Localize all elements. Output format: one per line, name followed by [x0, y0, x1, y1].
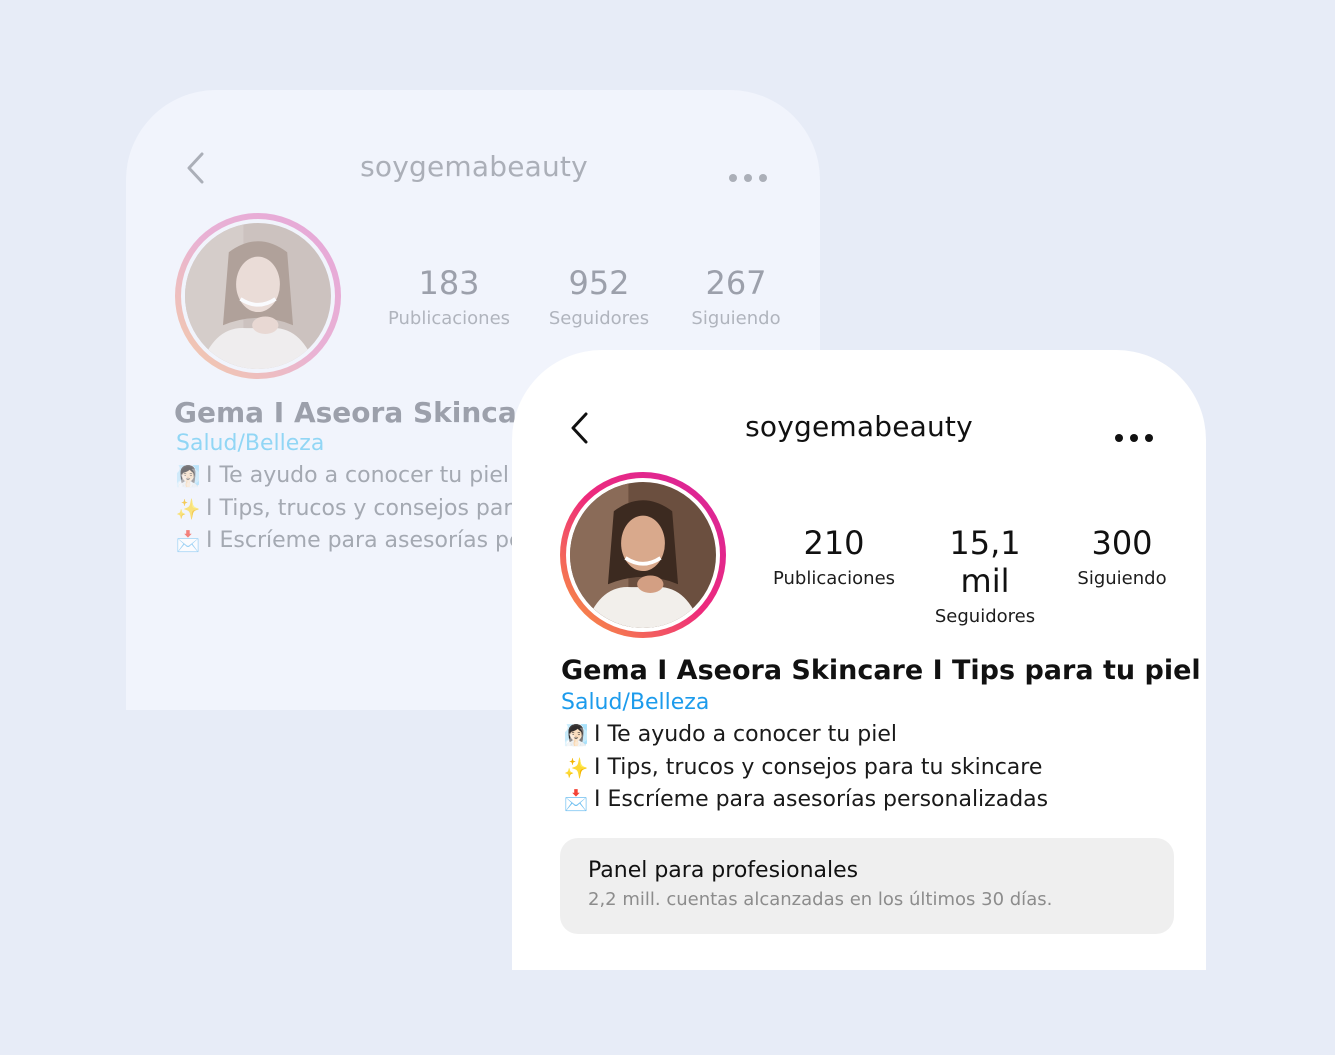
stat-value: 952 [568, 264, 630, 302]
avatar[interactable] [175, 213, 341, 379]
bio-text: I Escríeme para asesorías per [206, 528, 532, 553]
stat-value: 300 [1091, 524, 1153, 562]
back-chevron-left-icon[interactable] [184, 150, 206, 186]
bio-line: 📩 I Escríeme para asesorías per [172, 525, 532, 558]
stat-value: 267 [705, 264, 767, 302]
bio-text: I Tips, trucos y consejos para [206, 495, 526, 521]
stat-seguidores[interactable]: 952 Seguidores [544, 264, 654, 329]
stat-label: Seguidores [548, 308, 650, 329]
avatar[interactable] [560, 472, 726, 638]
profile-bio: 🧖🏻‍♀️ I Te ayudo a conocer tu piel ✨ I Tip… [172, 460, 532, 558]
stat-siguiendo[interactable]: 267 Siguiendo [688, 264, 784, 329]
stat-value: 15,1 mil [949, 524, 1021, 600]
stat-publicaciones[interactable]: 210 Publicaciones [770, 524, 898, 589]
bio-text: I Te ayudo a conocer tu piel [206, 463, 509, 488]
professional-dashboard-panel[interactable]: Panel para profesionales 2,2 mill. cuent… [560, 838, 1174, 934]
more-horizontal-icon[interactable] [728, 168, 768, 182]
bio-line: ✨ I Tips, trucos y consejos para tu skinc… [560, 752, 1048, 785]
face-spa-icon: 🧖🏻‍♀️ [563, 723, 589, 747]
stat-label: Publicaciones [387, 308, 511, 329]
bio-line: 🧖🏻‍♀️ I Te ayudo a conocer tu piel [560, 719, 1048, 752]
stat-publicaciones[interactable]: 183 Publicaciones [386, 264, 512, 329]
bio-text: I Tips, trucos y consejos para tu skinca… [594, 754, 1043, 780]
profile-bio: 🧖🏻‍♀️ I Te ayudo a conocer tu piel ✨ I Tip… [560, 719, 1049, 817]
panel-title: Panel para profesionales [588, 858, 859, 883]
profile-name: Gema I Aseora Skincare [174, 396, 550, 429]
face-spa-icon: 🧖🏻‍♀️ [175, 464, 201, 488]
bio-text: I Te ayudo a conocer tu piel [594, 722, 897, 747]
bio-line: 🧖🏻‍♀️ I Te ayudo a conocer tu piel [172, 460, 532, 493]
envelope-arrow-icon: 📩 [175, 529, 201, 553]
sparkles-icon: ✨ [563, 755, 589, 780]
stat-value: 183 [418, 264, 480, 302]
bio-line: 📩 I Escríeme para asesorías personalizada… [560, 784, 1049, 817]
panel-subtitle: 2,2 mill. cuentas alcanzadas en los últi… [588, 889, 1053, 910]
profile-name: Gema I Aseora Skincare I Tips para tu pi… [561, 655, 1201, 686]
envelope-arrow-icon: 📩 [563, 788, 589, 812]
profile-category[interactable]: Salud/Belleza [176, 431, 324, 456]
username: soygemabeauty [360, 150, 588, 183]
bio-text: I Escríeme para asesorías personalizadas [594, 787, 1049, 812]
profile-photo [570, 482, 716, 628]
sparkles-icon: ✨ [175, 496, 201, 521]
stat-siguiendo[interactable]: 300 Siguiendo [1074, 524, 1170, 589]
stat-label: Siguiendo [1077, 568, 1167, 589]
chevron-left-icon[interactable] [568, 410, 590, 446]
profile-photo [185, 223, 331, 369]
front-profile-card: soygemabeauty 210 Publicaciones 15,1 mil [512, 350, 1206, 970]
stat-value: 210 [803, 524, 865, 562]
stat-label: Publicaciones [772, 568, 896, 589]
stat-label: Seguidores [934, 606, 1036, 627]
bio-line: ✨ I Tips, trucos y consejos para [172, 493, 532, 526]
more-horizontal-icon[interactable] [1114, 428, 1154, 442]
stat-seguidores[interactable]: 15,1 mil Seguidores [920, 524, 1050, 627]
stat-label: Siguiendo [691, 308, 781, 329]
profile-category[interactable]: Salud/Belleza [561, 690, 709, 715]
username: soygemabeauty [745, 410, 973, 443]
